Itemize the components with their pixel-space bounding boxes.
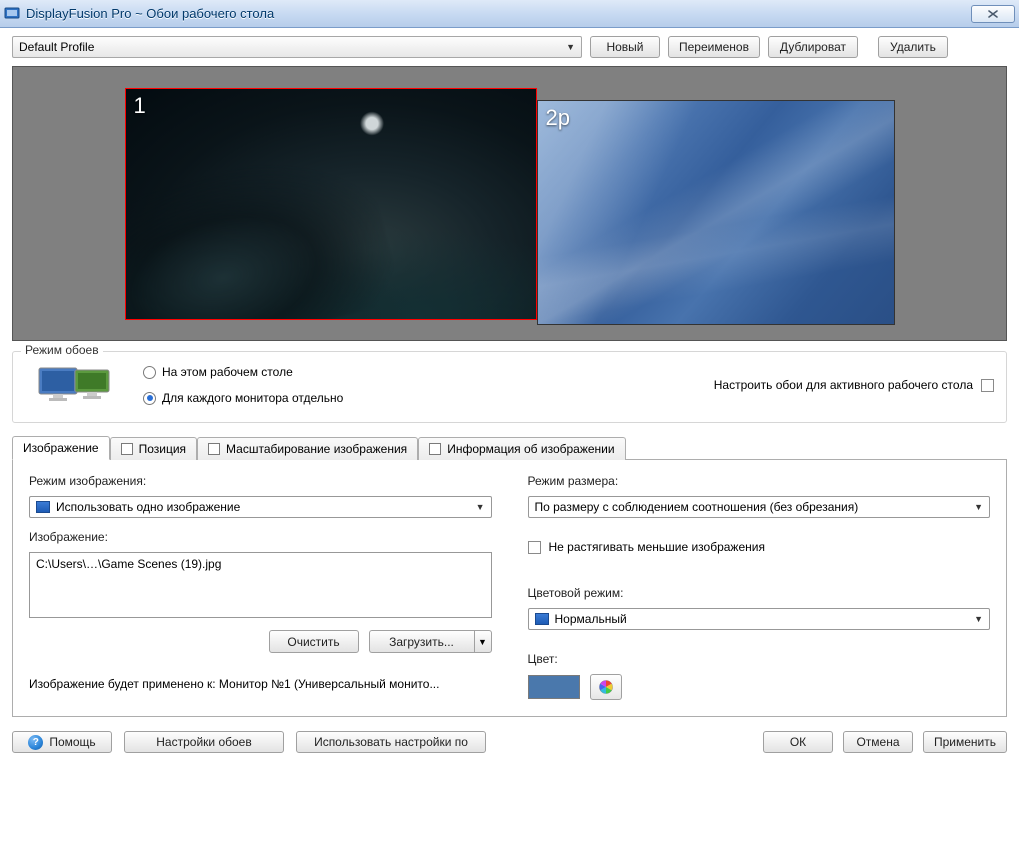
monitor-2-preview[interactable]: 2р	[537, 100, 895, 325]
radio-same-desktop[interactable]: На этом рабочем столе	[143, 365, 343, 379]
radio-each-monitor[interactable]: Для каждого монитора отдельно	[143, 391, 343, 405]
radio-same-label: На этом рабочем столе	[162, 365, 293, 379]
tab-scaling[interactable]: Масштабирование изображения	[197, 437, 418, 460]
tab-image-label: Изображение	[23, 441, 99, 455]
adjust-active-label: Настроить обои для активного рабочего ст…	[714, 378, 973, 392]
profile-select[interactable]: Default Profile ▼	[12, 36, 582, 58]
delete-profile-button[interactable]: Удалить	[878, 36, 948, 58]
image-path-label: Изображение:	[29, 530, 492, 544]
load-split-button[interactable]: Загрузить... ▼	[369, 630, 492, 653]
chevron-down-icon: ▼	[566, 42, 575, 52]
image-mode-combo[interactable]: Использовать одно изображение ▼	[29, 496, 492, 518]
tab-image[interactable]: Изображение	[12, 436, 110, 460]
tabs: Изображение Позиция Масштабирование изоб…	[12, 435, 1007, 717]
tab-info-label: Информация об изображении	[447, 442, 614, 456]
wallpaper-mode-group: Режим обоев	[12, 351, 1007, 423]
image-mode-label: Режим изображения:	[29, 474, 492, 488]
help-icon: ?	[28, 735, 43, 750]
no-stretch-label: Не растягивать меньшие изображения	[549, 540, 765, 554]
chevron-down-icon: ▼	[974, 502, 983, 512]
tab-body: Режим изображения: Использовать одно изо…	[12, 460, 1007, 717]
tab-strip: Изображение Позиция Масштабирование изоб…	[12, 435, 1007, 460]
monitor-1-label: 1	[134, 93, 146, 119]
clear-button[interactable]: Очистить	[269, 630, 359, 653]
size-mode-label: Режим размера:	[528, 474, 991, 488]
tab-position[interactable]: Позиция	[110, 437, 197, 460]
chevron-down-icon: ▼	[974, 614, 983, 624]
rename-profile-button[interactable]: Переименов	[668, 36, 760, 58]
monitor-preview-panel: 1 2р	[12, 66, 1007, 341]
color-picker-button[interactable]	[590, 674, 622, 700]
monitor-2-label: 2р	[546, 105, 570, 131]
load-button-dropdown[interactable]: ▼	[474, 630, 492, 653]
profile-row: Default Profile ▼ Новый Переименов Дубли…	[12, 36, 1007, 58]
tab-checkbox-icon	[208, 443, 220, 455]
dual-monitor-icon	[25, 364, 125, 406]
size-mode-combo[interactable]: По размеру с соблюдением соотношения (бе…	[528, 496, 991, 518]
close-button[interactable]	[971, 5, 1015, 23]
color-mode-combo[interactable]: Нормальный ▼	[528, 608, 991, 630]
tab-position-label: Позиция	[139, 442, 186, 456]
image-icon	[535, 613, 549, 625]
image-path-box[interactable]: C:\Users\…\Game Scenes (19).jpg	[29, 552, 492, 618]
tab-info[interactable]: Информация об изображении	[418, 437, 625, 460]
window-title: DisplayFusion Pro ~ Обои рабочего стола	[26, 6, 274, 21]
monitor-1-preview[interactable]: 1	[125, 88, 537, 320]
radio-icon	[143, 392, 156, 405]
help-button[interactable]: ? Помощь	[12, 731, 112, 753]
wallpaper-mode-title: Режим обоев	[21, 343, 103, 357]
help-label: Помощь	[49, 735, 95, 749]
duplicate-profile-button[interactable]: Дублироват	[768, 36, 858, 58]
color-mode-label: Цветовой режим:	[528, 586, 991, 600]
use-defaults-button[interactable]: Использовать настройки по	[296, 731, 486, 753]
new-profile-button[interactable]: Новый	[590, 36, 660, 58]
app-icon	[4, 6, 20, 22]
apply-button[interactable]: Применить	[923, 731, 1007, 753]
bottom-bar: ? Помощь Настройки обоев Использовать на…	[12, 731, 1007, 753]
wallpaper-settings-button[interactable]: Настройки обоев	[124, 731, 284, 753]
ok-button[interactable]: ОК	[763, 731, 833, 753]
radio-icon	[143, 366, 156, 379]
radio-each-label: Для каждого монитора отдельно	[162, 391, 343, 405]
no-stretch-checkbox[interactable]	[528, 541, 541, 554]
adjust-active-checkbox[interactable]	[981, 379, 994, 392]
color-wheel-icon	[598, 679, 614, 695]
size-mode-value: По размеру с соблюдением соотношения (бе…	[535, 500, 859, 514]
color-mode-value: Нормальный	[555, 612, 627, 626]
title-bar: DisplayFusion Pro ~ Обои рабочего стола	[0, 0, 1019, 28]
image-icon	[36, 501, 50, 513]
image-path-value: C:\Users\…\Game Scenes (19).jpg	[36, 557, 221, 571]
color-label: Цвет:	[528, 652, 991, 666]
tab-scaling-label: Масштабирование изображения	[226, 442, 407, 456]
color-swatch[interactable]	[528, 675, 580, 699]
chevron-down-icon: ▼	[476, 502, 485, 512]
applied-to-label: Изображение будет применено к: Монитор №…	[29, 677, 492, 691]
image-mode-value: Использовать одно изображение	[56, 500, 240, 514]
tab-checkbox-icon	[429, 443, 441, 455]
profile-select-value: Default Profile	[19, 40, 94, 54]
cancel-button[interactable]: Отмена	[843, 731, 913, 753]
tab-checkbox-icon	[121, 443, 133, 455]
load-button-main[interactable]: Загрузить...	[369, 630, 474, 653]
close-icon	[987, 9, 999, 19]
